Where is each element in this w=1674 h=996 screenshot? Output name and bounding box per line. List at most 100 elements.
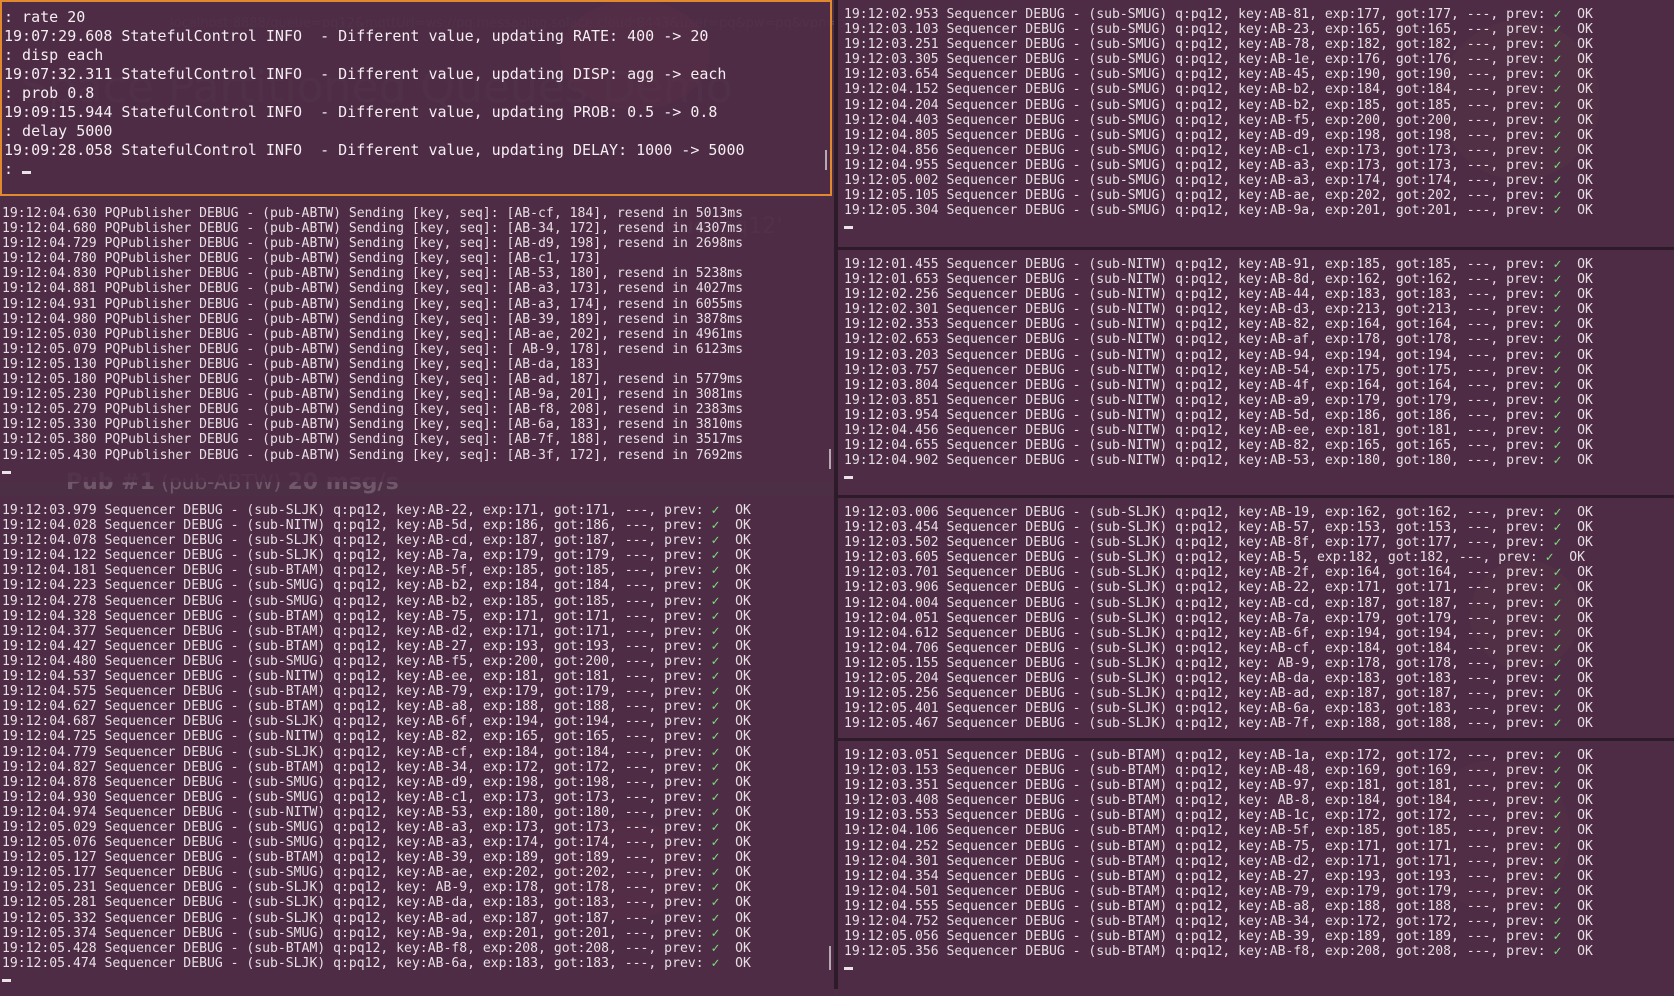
log-line: 19:12:02.353 Sequencer DEBUG - (sub-NITW…	[844, 317, 1593, 333]
log-line: 19:12:04.980 PQPublisher DEBUG - (pub-AB…	[2, 311, 744, 327]
log-line: 19:12:01.653 Sequencer DEBUG - (sub-NITW…	[844, 272, 1593, 288]
log-line	[2, 463, 834, 478]
log-line	[844, 959, 1674, 974]
terminal-cursor	[2, 470, 11, 474]
log-line: 19:09:28.058 StatefulControl INFO - Diff…	[4, 141, 745, 159]
log-line: 19:12:04.830 PQPublisher DEBUG - (pub-AB…	[2, 266, 744, 282]
log-line: 19:12:04.278 Sequencer DEBUG - (sub-SMUG…	[2, 593, 751, 609]
log-line: 19:12:05.374 Sequencer DEBUG - (sub-SMUG…	[2, 925, 751, 941]
sequencer-smug-terminal-pane[interactable]: 19:12:02.953 Sequencer DEBUG - (sub-SMUG…	[838, 0, 1674, 254]
check-icon: ✓	[711, 925, 720, 941]
log-line: 19:12:03.654 Sequencer DEBUG - (sub-SMUG…	[844, 67, 1593, 83]
log-line: 19:12:05.204 Sequencer DEBUG - (sub-SLJK…	[844, 671, 1593, 687]
terminal-cursor	[844, 226, 853, 230]
check-icon: ✓	[711, 729, 720, 745]
check-icon: ✓	[1553, 838, 1562, 854]
log-line: 19:12:03.006 Sequencer DEBUG - (sub-SLJK…	[844, 505, 1593, 520]
check-icon: ✓	[711, 548, 720, 564]
sequencer-sljk-terminal-pane[interactable]: 19:12:03.006 Sequencer DEBUG - (sub-SLJK…	[838, 498, 1674, 745]
log-line: 19:12:04.627 Sequencer DEBUG - (sub-BTAM…	[2, 699, 751, 715]
log-line: 19:12:03.305 Sequencer DEBUG - (sub-SMUG…	[844, 52, 1593, 68]
log-line: 19:12:04.252 Sequencer DEBUG - (sub-BTAM…	[844, 838, 1593, 854]
log-line: 19:12:04.028 Sequencer DEBUG - (sub-NITW…	[2, 518, 751, 534]
check-icon: ✓	[1553, 929, 1562, 945]
check-icon: ✓	[1553, 332, 1562, 348]
log-line: 19:12:02.301 Sequencer DEBUG - (sub-NITW…	[844, 302, 1593, 318]
sequencer-btam-terminal-pane[interactable]: 19:12:03.051 Sequencer DEBUG - (sub-BTAM…	[838, 741, 1674, 996]
check-icon: ✓	[1553, 392, 1562, 408]
check-icon: ✓	[1553, 808, 1562, 824]
log-line: 19:12:04.752 Sequencer DEBUG - (sub-BTAM…	[844, 914, 1593, 930]
check-icon: ✓	[1553, 173, 1562, 189]
log-line: 19:12:05.177 Sequencer DEBUG - (sub-SMUG…	[2, 865, 751, 881]
log-line: 19:12:03.605 Sequencer DEBUG - (sub-SLJK…	[844, 550, 1586, 566]
sequencer-btam-log: 19:12:03.051 Sequencer DEBUG - (sub-BTAM…	[844, 748, 1674, 974]
sequencer-all-terminal-pane[interactable]: 19:12:03.979 Sequencer DEBUG - (sub-SLJK…	[0, 496, 834, 996]
check-icon: ✓	[1553, 423, 1562, 439]
log-line: 19:12:03.804 Sequencer DEBUG - (sub-NITW…	[844, 377, 1593, 393]
log-line: 19:12:04.902 Sequencer DEBUG - (sub-NITW…	[844, 453, 1593, 469]
check-icon: ✓	[1553, 748, 1562, 763]
log-line: 19:12:03.906 Sequencer DEBUG - (sub-SLJK…	[844, 580, 1593, 596]
log-line: 19:12:02.953 Sequencer DEBUG - (sub-SMUG…	[844, 7, 1593, 22]
check-icon: ✓	[1553, 52, 1562, 68]
check-icon: ✓	[1553, 686, 1562, 702]
log-line: 19:12:01.455 Sequencer DEBUG - (sub-NITW…	[844, 257, 1593, 272]
log-line: 19:12:04.403 Sequencer DEBUG - (sub-SMUG…	[844, 112, 1593, 128]
publisher-terminal-pane[interactable]: 19:12:04.630 PQPublisher DEBUG - (pub-AB…	[0, 199, 834, 482]
log-line: 19:12:05.330 PQPublisher DEBUG - (pub-AB…	[2, 417, 744, 433]
log-line: 19:12:04.555 Sequencer DEBUG - (sub-BTAM…	[844, 898, 1593, 914]
log-line: 19:12:03.103 Sequencer DEBUG - (sub-SMUG…	[844, 22, 1593, 38]
log-line: 19:12:04.878 Sequencer DEBUG - (sub-SMUG…	[2, 774, 751, 790]
check-icon: ✓	[711, 608, 720, 624]
check-icon: ✓	[711, 503, 720, 518]
check-icon: ✓	[711, 744, 720, 760]
scrollbar[interactable]	[825, 150, 827, 170]
check-icon: ✓	[1553, 317, 1562, 333]
check-icon: ✓	[1553, 565, 1562, 581]
check-icon: ✓	[1553, 22, 1562, 38]
log-line: 19:12:04.377 Sequencer DEBUG - (sub-BTAM…	[2, 623, 751, 639]
log-line: 19:12:03.757 Sequencer DEBUG - (sub-NITW…	[844, 362, 1593, 378]
log-line: 19:12:04.078 Sequencer DEBUG - (sub-SLJK…	[2, 533, 751, 549]
check-icon: ✓	[711, 623, 720, 639]
log-line: 19:12:03.979 Sequencer DEBUG - (sub-SLJK…	[2, 503, 751, 518]
scrollbar[interactable]	[829, 449, 831, 469]
check-icon: ✓	[711, 518, 720, 534]
log-line: 19:12:05.380 PQPublisher DEBUG - (pub-AB…	[2, 432, 744, 448]
sequencer-sljk-log: 19:12:03.006 Sequencer DEBUG - (sub-SLJK…	[844, 505, 1674, 731]
control-terminal-pane[interactable]: : rate 20 19:07:29.608 StatefulControl IN…	[0, 0, 832, 196]
check-icon: ✓	[1553, 453, 1562, 469]
log-line: 19:12:04.680 PQPublisher DEBUG - (pub-AB…	[2, 221, 744, 237]
check-icon: ✓	[1553, 625, 1562, 641]
log-line: 19:12:04.328 Sequencer DEBUG - (sub-BTAM…	[2, 608, 751, 624]
check-icon: ✓	[711, 699, 720, 715]
log-line: 19:12:03.408 Sequencer DEBUG - (sub-BTAM…	[844, 793, 1593, 809]
check-icon: ✓	[1545, 550, 1554, 566]
log-line: 19:12:05.230 PQPublisher DEBUG - (pub-AB…	[2, 387, 744, 403]
check-icon: ✓	[711, 653, 720, 669]
log-line: 19:12:05.130 PQPublisher DEBUG - (pub-AB…	[2, 356, 602, 372]
log-line: 19:12:04.204 Sequencer DEBUG - (sub-SMUG…	[844, 97, 1593, 113]
check-icon: ✓	[711, 774, 720, 790]
check-icon: ✓	[1553, 914, 1562, 930]
log-line	[844, 468, 1674, 483]
check-icon: ✓	[1553, 944, 1562, 960]
control-log: : rate 20 19:07:29.608 StatefulControl IN…	[4, 8, 830, 179]
check-icon: ✓	[711, 759, 720, 775]
sequencer-nitw-terminal-pane[interactable]: 19:12:01.455 Sequencer DEBUG - (sub-NITW…	[838, 250, 1674, 502]
log-line: 19:07:32.311 StatefulControl INFO - Diff…	[4, 65, 727, 83]
check-icon: ✓	[1553, 580, 1562, 596]
check-icon: ✓	[1553, 287, 1562, 303]
check-icon: ✓	[1553, 82, 1562, 98]
check-icon: ✓	[1553, 37, 1562, 53]
log-line: 19:12:05.030 PQPublisher DEBUG - (pub-AB…	[2, 326, 744, 342]
check-icon: ✓	[1553, 823, 1562, 839]
log-line: 19:12:05.281 Sequencer DEBUG - (sub-SLJK…	[2, 895, 751, 911]
check-icon: ✓	[711, 669, 720, 685]
log-line: 19:12:04.856 Sequencer DEBUG - (sub-SMUG…	[844, 142, 1593, 158]
check-icon: ✓	[711, 638, 720, 654]
log-line: 19:12:04.881 PQPublisher DEBUG - (pub-AB…	[2, 281, 744, 297]
scrollbar[interactable]	[829, 946, 831, 970]
log-line: 19:12:03.203 Sequencer DEBUG - (sub-NITW…	[844, 347, 1593, 363]
